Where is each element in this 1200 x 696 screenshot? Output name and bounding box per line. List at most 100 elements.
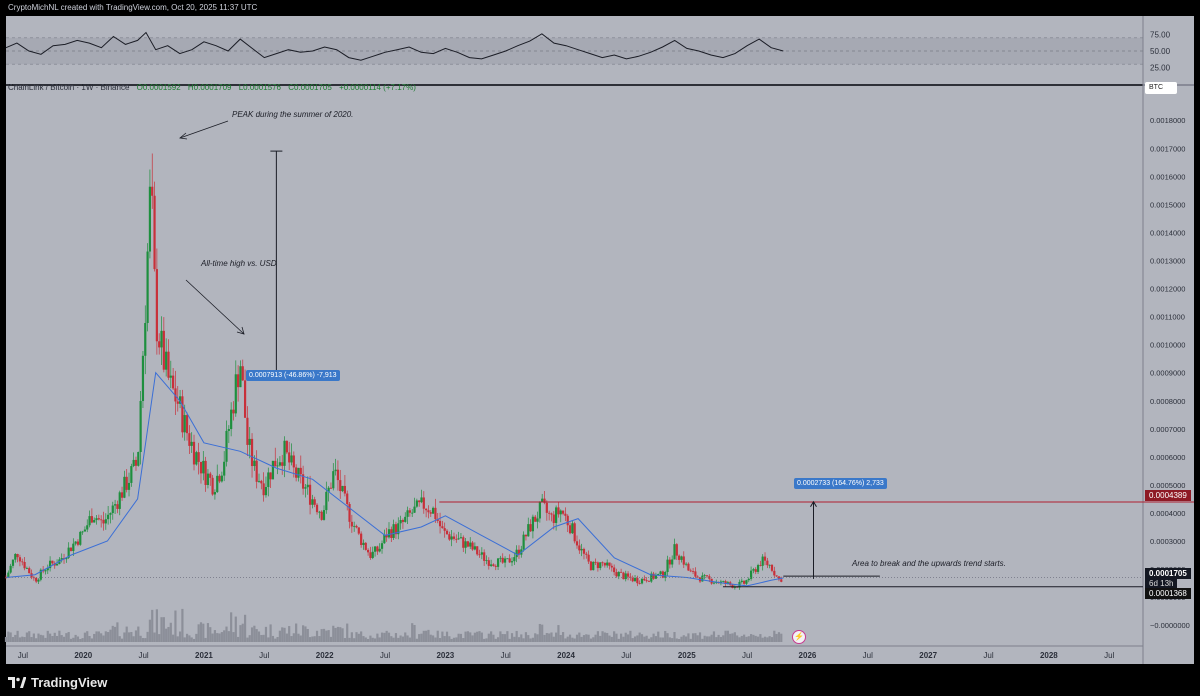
volume-bar: [250, 627, 254, 642]
volume-bar: [594, 634, 597, 642]
candle-body: [687, 563, 690, 571]
candle-body: [308, 484, 312, 505]
price-tick-label: 0.0009000: [1150, 369, 1185, 378]
measure-up-label[interactable]: 0.0002733 (164.76%) 2,733: [794, 478, 887, 489]
volume-bar: [257, 631, 261, 642]
volume-bar: [550, 632, 553, 642]
volume-bar: [162, 617, 165, 642]
time-tick-label: 2023: [436, 651, 454, 660]
volume-bar: [408, 637, 411, 642]
volume-bar: [575, 634, 579, 642]
candle-body: [773, 570, 776, 576]
candle-body: [281, 462, 284, 466]
candle-body: [313, 499, 316, 505]
volume-bar: [680, 636, 683, 642]
volume-bar: [478, 631, 481, 642]
ath-annotation[interactable]: All-time high vs. USD: [201, 259, 277, 268]
candle-body: [643, 578, 646, 581]
candle-body: [276, 465, 279, 467]
volume-bar: [28, 631, 31, 642]
candle-body: [550, 513, 553, 515]
price-tick-label: 0.0015000: [1150, 200, 1185, 209]
volume-bar: [21, 636, 24, 642]
volume-bar: [383, 632, 386, 642]
volume-bar: [213, 630, 217, 642]
candle-body: [334, 469, 337, 472]
volume-bar: [74, 634, 77, 642]
volume-bar: [237, 636, 240, 642]
candle-body: [336, 469, 340, 481]
volume-bar: [230, 612, 233, 642]
candle-body: [387, 529, 391, 538]
candle-body: [257, 480, 261, 482]
candle-body: [411, 512, 414, 514]
time-tick-label: Jul: [742, 651, 752, 660]
volume-bar: [209, 627, 212, 642]
volume-bar: [325, 630, 328, 642]
volume-bar: [232, 632, 235, 642]
candle-body: [234, 374, 237, 414]
chart-canvas[interactable]: 75.00 50.00 25.00 0.0018000 0.0017000 0.00160…: [0, 0, 1200, 696]
volume-bar: [483, 638, 486, 642]
volume-bar: [705, 636, 709, 642]
volume-bar: [322, 628, 326, 642]
measure-down-label[interactable]: 0.0007913 (-46.86%) -7,913: [246, 370, 340, 381]
candle-body: [496, 558, 500, 567]
candle-body: [431, 507, 435, 514]
candle-body: [501, 557, 504, 563]
volume-bar: [499, 631, 502, 642]
candle-body: [478, 554, 481, 556]
brand-name: TradingView: [31, 675, 108, 690]
candle-body: [459, 537, 463, 539]
candle-body: [369, 552, 372, 558]
volume-bar: [387, 632, 391, 642]
candle-body: [464, 541, 467, 548]
volume-bar: [118, 636, 121, 642]
volume-bar: [343, 638, 346, 642]
volume-bar: [132, 636, 135, 642]
volume-bar: [30, 637, 33, 642]
candle-body: [202, 460, 205, 474]
volume-bar: [777, 632, 781, 642]
volume-bar: [557, 625, 560, 642]
time-tick-label: Jul: [259, 651, 269, 660]
volume-bar: [295, 623, 298, 642]
candle-body: [332, 471, 335, 489]
volume-bar: [420, 633, 423, 642]
volume-bar: [355, 632, 358, 642]
candle-body: [664, 572, 667, 578]
currency-badge[interactable]: BTC: [1145, 82, 1177, 94]
time-tick-label: Jul: [621, 651, 631, 660]
candle-body: [752, 569, 755, 571]
peak-annotation[interactable]: PEAK during the summer of 2020.: [232, 110, 353, 119]
candle-body: [206, 473, 210, 485]
volume-bar: [93, 633, 96, 642]
candle-body: [587, 554, 590, 562]
candle-body: [14, 553, 17, 560]
volume-bar: [592, 637, 595, 642]
area-annotation[interactable]: Area to break and the upwards trend star…: [852, 559, 1006, 568]
volume-bar: [766, 637, 769, 642]
volume-bar: [234, 616, 237, 642]
candle-body: [380, 543, 384, 549]
volume-bar: [580, 636, 583, 642]
candle-body: [606, 562, 609, 566]
candle-body: [357, 527, 360, 534]
volume-bar: [761, 637, 764, 642]
volume-bar: [733, 632, 736, 642]
candle-body: [113, 504, 117, 506]
candle-body: [144, 323, 147, 356]
volume-bar: [763, 636, 767, 642]
volume-bar: [406, 635, 409, 642]
candle-body: [666, 559, 669, 573]
flash-icon[interactable]: ⚡: [792, 630, 806, 644]
tradingview-logo[interactable]: TradingView: [8, 675, 107, 690]
candle-body: [74, 541, 77, 544]
volume-bar: [292, 633, 295, 642]
volume-bar: [102, 635, 105, 642]
candle-body: [350, 521, 353, 527]
candle-body: [545, 502, 548, 513]
volume-bar: [165, 628, 168, 642]
candle-body: [594, 561, 597, 563]
price-tick-label: 0.0006000: [1150, 453, 1185, 462]
